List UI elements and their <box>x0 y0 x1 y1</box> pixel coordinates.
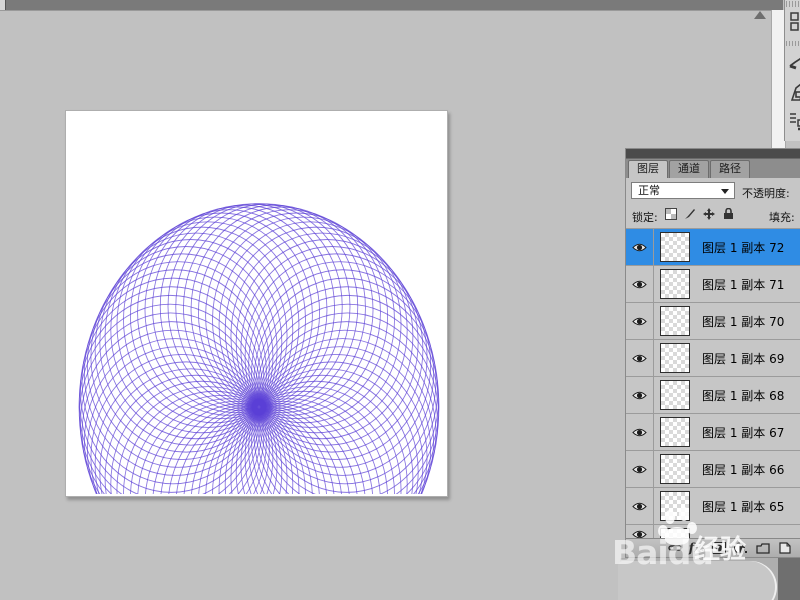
tab-channels[interactable]: 通道 <box>669 160 709 178</box>
layer-thumbnail[interactable] <box>660 306 690 336</box>
photoshop-workspace: 图层 通道 路径 正常 不透明度: 锁定: <box>0 0 800 600</box>
panel-tabs: 图层 通道 路径 <box>626 159 800 178</box>
swatches-panel-icon[interactable] <box>788 11 800 35</box>
link-layers-icon[interactable] <box>667 541 682 555</box>
blend-mode-row: 正常 不透明度: <box>626 178 800 203</box>
new-layer-icon[interactable] <box>777 541 792 555</box>
blend-mode-value: 正常 <box>638 184 660 197</box>
blend-mode-select[interactable]: 正常 <box>631 182 735 199</box>
layer-visibility-toggle[interactable] <box>626 451 654 487</box>
layer-visibility-toggle[interactable] <box>626 414 654 450</box>
watermark-bubble <box>618 561 775 600</box>
bottom-right-dark-corner <box>778 558 800 600</box>
window-corner-notch <box>0 0 6 10</box>
layer-visibility-toggle[interactable] <box>626 488 654 524</box>
layer-visibility-toggle[interactable] <box>626 303 654 339</box>
layer-thumbnail[interactable] <box>660 454 690 484</box>
layer-name[interactable]: 图层 1 副本 67 <box>702 424 784 441</box>
layer-visibility-toggle[interactable] <box>626 340 654 376</box>
layer-row[interactable]: 图层 1 副本 66 <box>626 451 800 488</box>
new-adjustment-layer-icon[interactable] <box>733 541 748 555</box>
layers-panel: 图层 通道 路径 正常 不透明度: 锁定: <box>625 148 800 558</box>
scroll-up-arrow-icon[interactable] <box>754 11 766 19</box>
fill-label: 填充: <box>769 209 795 225</box>
panel-title-bar[interactable] <box>626 149 800 159</box>
brush-panel-icon[interactable] <box>788 50 800 74</box>
layer-name[interactable]: 图层 1 副本 71 <box>702 276 784 293</box>
layer-visibility-toggle[interactable] <box>626 377 654 413</box>
layer-name[interactable]: 图层 1 副本 65 <box>702 498 784 515</box>
layer-thumbnail[interactable] <box>660 269 690 299</box>
layer-row[interactable]: 图层 1 副本 65 <box>626 488 800 525</box>
layer-visibility-toggle[interactable] <box>626 229 654 265</box>
chevron-down-icon <box>721 189 729 194</box>
layer-row[interactable]: 图层 1 副本 67 <box>626 414 800 451</box>
spirograph-artwork <box>66 111 445 494</box>
layer-name[interactable]: 图层 1 副本 69 <box>702 350 784 367</box>
layer-thumbnail[interactable] <box>660 232 690 262</box>
layer-name[interactable]: 图层 1 副本 68 <box>702 387 784 404</box>
panel-dock <box>784 0 800 141</box>
layer-name[interactable]: 图层 1 副本 72 <box>702 239 784 256</box>
menu-bar-strip <box>0 0 783 11</box>
dock-gripper[interactable] <box>786 1 800 7</box>
lock-image-pixels-icon[interactable] <box>683 207 697 221</box>
layer-row[interactable]: 图层 1 副本 72 <box>626 229 800 266</box>
new-group-icon[interactable] <box>755 541 770 555</box>
layer-name[interactable]: 图层 1 副本 66 <box>702 461 784 478</box>
lock-label: 锁定: <box>632 209 658 225</box>
document-canvas[interactable] <box>65 110 448 497</box>
layers-panel-footer: fx. <box>626 538 800 557</box>
layer-visibility-toggle[interactable] <box>626 266 654 302</box>
layer-thumbnail[interactable] <box>660 343 690 373</box>
tool-presets-panel-icon[interactable] <box>788 80 800 104</box>
layer-row[interactable]: 图层 1 副本 71 <box>626 266 800 303</box>
lock-row: 锁定: 填充: <box>626 203 800 228</box>
lock-transparent-pixels-icon[interactable] <box>664 207 678 221</box>
layer-thumbnail[interactable] <box>660 417 690 447</box>
add-layer-mask-icon[interactable] <box>711 541 726 555</box>
layer-thumbnail[interactable] <box>660 491 690 521</box>
lock-all-icon[interactable] <box>721 207 735 221</box>
tab-paths[interactable]: 路径 <box>710 160 750 178</box>
dock-separator <box>786 41 800 46</box>
layer-name[interactable]: 图层 1 副本 70 <box>702 313 784 330</box>
layer-row[interactable]: 图层 1 副本 69 <box>626 340 800 377</box>
tab-layers[interactable]: 图层 <box>628 160 668 178</box>
lock-position-icon[interactable] <box>702 207 716 221</box>
layer-style-fx-icon[interactable]: fx. <box>689 541 704 555</box>
layer-thumbnail[interactable] <box>660 380 690 410</box>
layer-row[interactable]: 图层 1 副本 68 <box>626 377 800 414</box>
opacity-label: 不透明度: <box>742 185 790 201</box>
layer-row[interactable]: 图层 1 副本 70 <box>626 303 800 340</box>
clone-source-panel-icon[interactable] <box>788 110 800 134</box>
layer-list: 图层 1 副本 72 图层 1 副本 71 图层 1 副本 70 图层 1 副本 69… <box>626 228 800 542</box>
